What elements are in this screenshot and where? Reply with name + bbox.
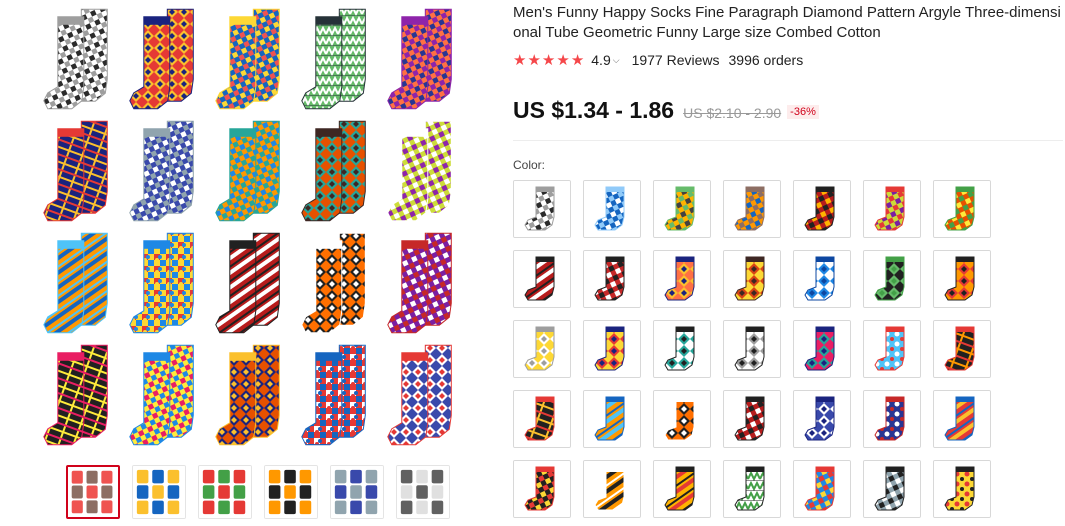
- orders-count: 3996 orders: [728, 52, 804, 68]
- color-swatch[interactable]: [793, 460, 851, 518]
- current-price: US $1.34 - 1.86: [513, 97, 675, 123]
- color-swatch[interactable]: [793, 320, 851, 378]
- gallery-thumbnail[interactable]: [396, 465, 450, 519]
- main-product-image[interactable]: [28, 0, 460, 452]
- sock-pair-image: [204, 118, 288, 226]
- color-swatch[interactable]: [793, 250, 851, 308]
- color-swatch[interactable]: [723, 320, 781, 378]
- color-swatch[interactable]: [933, 460, 991, 518]
- sock-pair-image: [118, 230, 202, 338]
- color-swatch[interactable]: [513, 180, 571, 238]
- color-swatch-grid: [513, 180, 1065, 518]
- star-icon: ★: [527, 51, 541, 69]
- color-swatch[interactable]: [863, 180, 921, 238]
- divider: [513, 140, 1063, 141]
- color-swatch[interactable]: [933, 180, 991, 238]
- sock-pair-image: [32, 342, 116, 450]
- sock-pair-image: [204, 342, 288, 450]
- star-icon: ★: [513, 51, 527, 69]
- color-swatch[interactable]: [933, 250, 991, 308]
- color-swatch[interactable]: [513, 250, 571, 308]
- sock-pair-image: [376, 118, 460, 226]
- color-swatch[interactable]: [793, 390, 851, 448]
- rating-stars: ★ ★ ★ ★ ★: [513, 53, 584, 68]
- sock-collage: [32, 6, 460, 450]
- gallery-thumbnail[interactable]: [264, 465, 318, 519]
- sock-pair-image: [118, 6, 202, 114]
- color-swatch[interactable]: [653, 460, 711, 518]
- color-swatch[interactable]: [723, 390, 781, 448]
- sock-pair-image: [376, 342, 460, 450]
- sock-pair-image: [376, 230, 460, 338]
- color-swatch[interactable]: [653, 320, 711, 378]
- rating-row: ★ ★ ★ ★ ★ 4.9 ⌵ 1977 Reviews 3996 orders: [513, 50, 1065, 70]
- color-swatch[interactable]: [723, 180, 781, 238]
- product-info: Men's Funny Happy Socks Fine Paragraph D…: [513, 0, 1065, 518]
- sock-pair-image: [118, 118, 202, 226]
- color-swatch[interactable]: [653, 390, 711, 448]
- color-swatch[interactable]: [653, 180, 711, 238]
- reviews-link[interactable]: 1977 Reviews: [632, 52, 720, 68]
- sock-pair-image: [290, 6, 374, 114]
- sock-pair-image: [118, 342, 202, 450]
- rating-value[interactable]: 4.9: [591, 52, 610, 68]
- star-icon: ★: [556, 51, 570, 69]
- color-swatch[interactable]: [583, 390, 641, 448]
- color-swatch[interactable]: [863, 320, 921, 378]
- color-swatch[interactable]: [513, 320, 571, 378]
- color-swatch[interactable]: [933, 320, 991, 378]
- color-swatch[interactable]: [933, 390, 991, 448]
- star-icon: ★: [541, 51, 556, 69]
- discount-badge: -36%: [787, 105, 819, 119]
- chevron-down-icon[interactable]: ⌵: [613, 55, 620, 66]
- sock-pair-image: [376, 6, 460, 114]
- color-swatch[interactable]: [863, 460, 921, 518]
- gallery-thumbnail[interactable]: [198, 465, 252, 519]
- sock-pair-image: [290, 118, 374, 226]
- color-swatch[interactable]: [583, 180, 641, 238]
- price-row: US $1.34 - 1.86 US $2.10 - 2.90 -36%: [513, 97, 1065, 127]
- color-swatch[interactable]: [583, 250, 641, 308]
- product-title: Men's Funny Happy Socks Fine Paragraph D…: [513, 4, 1061, 41]
- color-swatch[interactable]: [723, 250, 781, 308]
- color-swatch[interactable]: [513, 460, 571, 518]
- sock-pair-image: [32, 230, 116, 338]
- gallery-thumbnail[interactable]: [66, 465, 120, 519]
- color-swatch[interactable]: [793, 180, 851, 238]
- color-swatch[interactable]: [583, 320, 641, 378]
- sock-pair-image: [32, 118, 116, 226]
- color-swatch[interactable]: [653, 250, 711, 308]
- gallery-thumbnail[interactable]: [132, 465, 186, 519]
- thumbnail-strip: [66, 465, 450, 519]
- original-price: US $2.10 - 2.90: [683, 105, 782, 121]
- color-swatch[interactable]: [863, 390, 921, 448]
- color-swatch[interactable]: [723, 460, 781, 518]
- sock-pair-image: [290, 342, 374, 450]
- sock-pair-image: [290, 230, 374, 338]
- sock-pair-image: [32, 6, 116, 114]
- sock-pair-image: [204, 6, 288, 114]
- gallery-thumbnail[interactable]: [330, 465, 384, 519]
- color-label: Color:: [513, 158, 546, 172]
- color-swatch[interactable]: [583, 460, 641, 518]
- star-icon: ★: [570, 51, 585, 69]
- color-swatch[interactable]: [513, 390, 571, 448]
- color-swatch[interactable]: [863, 250, 921, 308]
- sock-pair-image: [204, 230, 288, 338]
